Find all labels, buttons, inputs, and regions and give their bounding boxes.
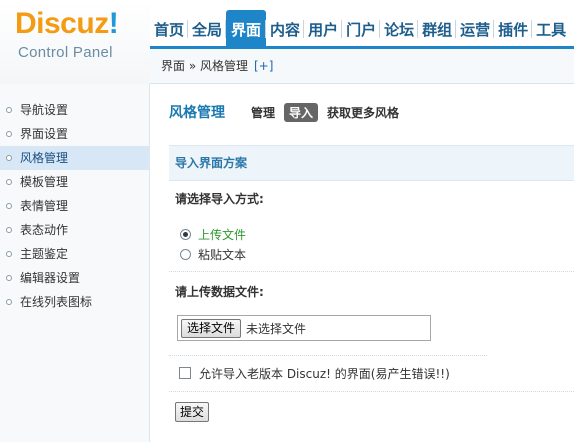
bullet-icon <box>6 131 12 137</box>
bullet-icon <box>6 155 12 161</box>
breadcrumb: 界面 » 风格管理 [+] <box>161 49 273 84</box>
sidebar-item-template-management[interactable]: 模板管理 <box>0 170 149 194</box>
breadcrumb-text: 界面 » 风格管理 <box>161 59 248 73</box>
logo-subtitle: Control Panel <box>18 44 113 61</box>
allow-old-version-option[interactable]: 允许导入老版本 Discuz! 的界面(易产生错误!!) <box>179 364 450 382</box>
topnav-users[interactable]: 用户 <box>303 10 342 48</box>
top-navigation: 首页 全局 界面 内容 用户 门户 论坛 群组 运营 插件 工具 <box>150 10 570 48</box>
logo-text-exclaim: ! <box>108 7 119 40</box>
bullet-icon <box>6 275 12 281</box>
tab-manage[interactable]: 管理 <box>251 104 275 121</box>
file-status-text: 未选择文件 <box>246 321 307 336</box>
sidebar-item-label: 主题鉴定 <box>20 247 69 261</box>
logo-text-main: Discuz <box>15 7 109 40</box>
radio-checked-icon[interactable] <box>180 228 191 240</box>
tab-get-more-styles[interactable]: 获取更多风格 <box>327 104 399 121</box>
topnav-groups[interactable]: 群组 <box>417 10 456 48</box>
tab-import[interactable]: 导入 <box>284 102 319 122</box>
section-header: 导入界面方案 <box>169 145 574 181</box>
sidebar-item-label: 编辑器设置 <box>20 271 81 285</box>
topnav-plugins[interactable]: 插件 <box>493 10 532 48</box>
sidebar-item-label: 导航设置 <box>20 103 69 117</box>
topnav-portal[interactable]: 门户 <box>341 10 380 48</box>
submit-button[interactable]: 提交 <box>175 402 210 422</box>
sidebar-item-interface-settings[interactable]: 界面设置 <box>0 122 149 146</box>
sidebar: 导航设置 界面设置 风格管理 模板管理 表情管理 表态动作 主题鉴定 编辑器设置… <box>0 84 150 442</box>
sidebar-item-label: 表态动作 <box>20 223 69 237</box>
logo[interactable]: Discuz! Control Panel <box>0 0 150 84</box>
page-title: 风格管理 <box>169 105 225 121</box>
divider <box>169 271 574 272</box>
sidebar-item-label: 风格管理 <box>20 151 69 165</box>
sidebar-item-label: 表情管理 <box>20 199 69 213</box>
sidebar-item-online-list-icons[interactable]: 在线列表图标 <box>0 290 149 314</box>
topnav-interface[interactable]: 界面 <box>225 10 267 48</box>
topnav-global[interactable]: 全局 <box>187 10 226 48</box>
upload-file-label: 请上传数据文件: <box>175 285 264 299</box>
radio-upload-label[interactable]: 上传文件 <box>198 226 246 243</box>
add-shortcut-link[interactable]: [+] <box>254 59 273 73</box>
bullet-icon <box>6 227 12 233</box>
topnav-home[interactable]: 首页 <box>150 10 188 48</box>
logo-text: Discuz! <box>15 7 119 40</box>
breadcrumb-bar: 界面 » 风格管理 [+] <box>150 49 574 84</box>
header: Discuz! Control Panel 首页 全局 界面 内容 用户 门户 … <box>0 0 574 84</box>
sidebar-item-nav-settings[interactable]: 导航设置 <box>0 98 149 122</box>
import-method-label: 请选择导入方式: <box>175 192 264 206</box>
radio-unchecked-icon[interactable] <box>180 248 191 260</box>
choose-file-button[interactable]: 选择文件 <box>181 318 242 338</box>
allow-old-version-label[interactable]: 允许导入老版本 Discuz! 的界面(易产生错误!!) <box>199 365 450 382</box>
sidebar-item-label: 界面设置 <box>20 127 69 141</box>
sidebar-item-style-management[interactable]: 风格管理 <box>0 146 149 170</box>
topnav-operations[interactable]: 运营 <box>455 10 494 48</box>
bullet-icon <box>6 179 12 185</box>
allow-old-version-checkbox[interactable] <box>179 367 191 379</box>
bullet-icon <box>6 203 12 209</box>
sidebar-item-editor-settings[interactable]: 编辑器设置 <box>0 266 149 290</box>
sidebar-item-label: 模板管理 <box>20 175 69 189</box>
bullet-icon <box>6 107 12 113</box>
sidebar-item-click-actions[interactable]: 表态动作 <box>0 218 149 242</box>
page-header: 风格管理 管理 导入 获取更多风格 <box>169 101 408 123</box>
topnav-tools[interactable]: 工具 <box>531 10 570 48</box>
bullet-icon <box>6 299 12 305</box>
radio-paste-text[interactable]: 粘贴文本 <box>180 245 246 263</box>
divider <box>169 355 487 356</box>
radio-paste-label[interactable]: 粘贴文本 <box>198 246 246 263</box>
section-title: 导入界面方案 <box>175 156 248 170</box>
radio-upload-file[interactable]: 上传文件 <box>180 225 246 243</box>
divider <box>169 391 574 392</box>
sidebar-item-label: 在线列表图标 <box>20 295 93 309</box>
file-input[interactable]: 选择文件 未选择文件 <box>177 315 431 341</box>
topnav-content[interactable]: 内容 <box>265 10 304 48</box>
sidebar-item-smiley-management[interactable]: 表情管理 <box>0 194 149 218</box>
bullet-icon <box>6 251 12 257</box>
topnav-forum[interactable]: 论坛 <box>379 10 418 48</box>
sidebar-item-thread-stamps[interactable]: 主题鉴定 <box>0 242 149 266</box>
main-content: 风格管理 管理 导入 获取更多风格 导入界面方案 请选择导入方式: 上传文件 粘… <box>151 84 574 442</box>
